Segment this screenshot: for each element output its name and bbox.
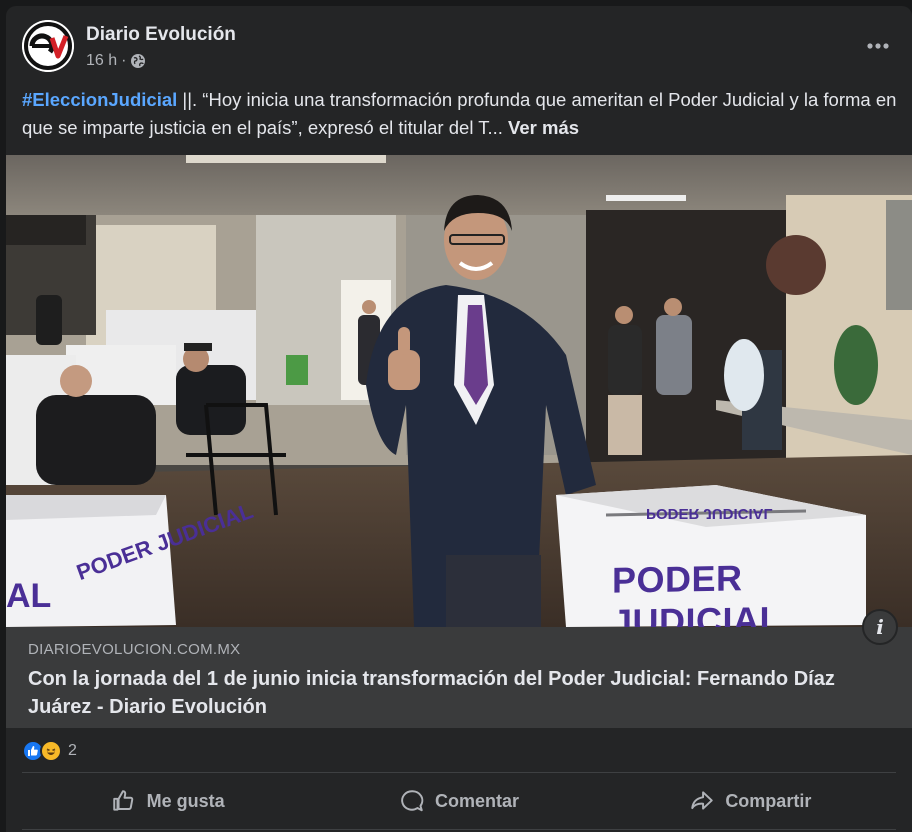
more-options-button[interactable]: [860, 28, 896, 64]
bottom-divider: [22, 829, 896, 830]
diario-evolucion-logo: [22, 20, 74, 72]
comment-label: Comentar: [434, 790, 519, 811]
post-photo[interactable]: PODER JUDICIAL PODER JUDICIAL PODER JUDI…: [6, 155, 912, 627]
like-button[interactable]: Me gusta: [22, 776, 313, 826]
post-time[interactable]: 16 h: [86, 52, 117, 70]
comment-bubble-icon: [401, 790, 424, 812]
thumbs-up-icon: [28, 746, 38, 756]
share-button[interactable]: Compartir: [605, 776, 896, 826]
share-label: Compartir: [725, 790, 812, 811]
meta-separator: ·: [121, 52, 127, 69]
info-button[interactable]: i: [862, 609, 898, 645]
see-more-button[interactable]: Ver más: [508, 117, 579, 138]
globe-icon: [131, 54, 146, 68]
comment-button[interactable]: Comentar: [313, 776, 604, 826]
laughing-face-icon: [46, 748, 56, 755]
post-text: #EleccionJudicial ||. “Hoy inicia una tr…: [22, 86, 902, 142]
link-preview[interactable]: i DIARIOEVOLUCION.COM.MX Con la jornada …: [6, 609, 912, 728]
share-arrow-icon: [691, 791, 714, 810]
actions-divider: [22, 772, 896, 773]
post-meta: 16 h ·: [86, 52, 146, 70]
link-title[interactable]: Con la jornada del 1 de junio inicia tra…: [28, 665, 888, 721]
reactions-summary[interactable]: 2: [22, 738, 77, 764]
page-avatar[interactable]: [22, 20, 74, 72]
haha-reaction-icon: [40, 740, 62, 762]
ballot-box-label-left-small: AL: [6, 577, 52, 615]
reaction-count: 2: [68, 742, 77, 759]
link-domain: DIARIOEVOLUCION.COM.MX: [28, 641, 241, 658]
ellipsis-icon: [867, 43, 889, 49]
thumbs-up-icon: [112, 790, 133, 811]
page-name[interactable]: Diario Evolución: [86, 24, 236, 46]
post-actions: Me gusta Comentar Compartir: [22, 776, 896, 826]
post-header: Diario Evolución 16 h ·: [22, 20, 896, 76]
ballot-box-label-top: PODER JUDICIAL: [646, 505, 773, 522]
hashtag-link[interactable]: #EleccionJudicial: [22, 89, 177, 110]
like-label: Me gusta: [146, 790, 225, 811]
post-card: Diario Evolución 16 h · #EleccionJudicia…: [6, 6, 912, 832]
